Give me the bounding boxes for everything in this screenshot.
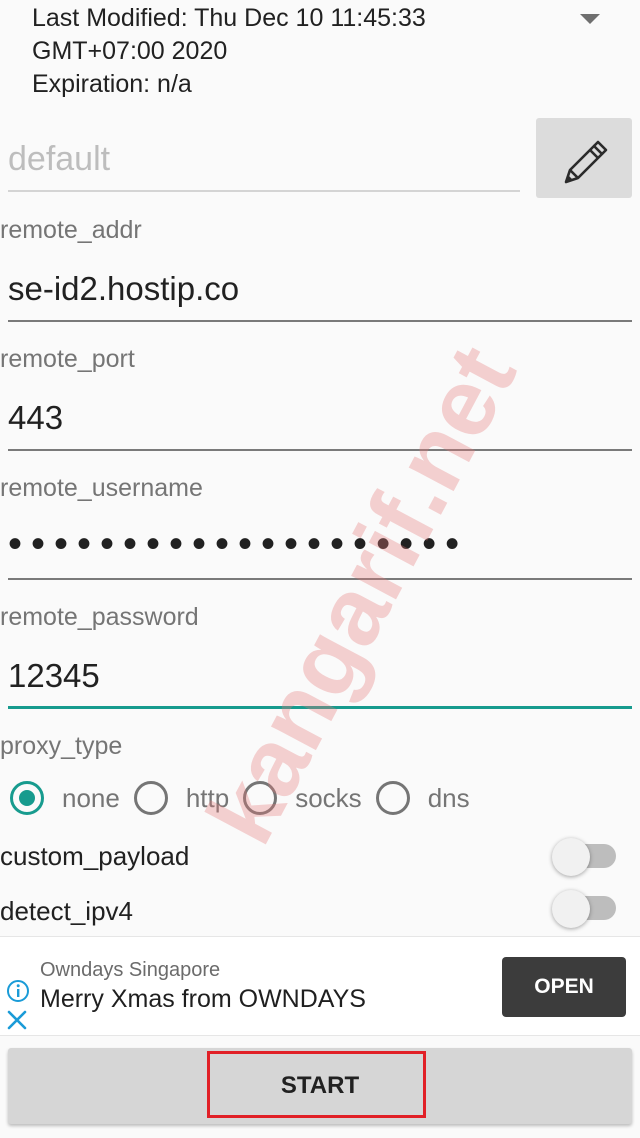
radio-http[interactable]: http (133, 781, 230, 815)
last-modified-timezone: GMT+07:00 2020 (32, 37, 228, 65)
remote-username-label: remote_username (0, 474, 203, 502)
radio-label: none (62, 782, 120, 813)
expiration-text: Expiration: n/a (32, 70, 192, 98)
radio-unchecked-icon (133, 781, 168, 815)
radio-label: dns (427, 782, 470, 813)
remote-port-input[interactable] (8, 387, 632, 437)
remote-addr-input[interactable] (8, 258, 632, 308)
custom-payload-switch[interactable] (552, 838, 618, 876)
radio-unchecked-icon (375, 781, 410, 815)
remote-password-label: remote_password (0, 603, 199, 631)
custom-payload-label: custom_payload (0, 841, 190, 871)
proxy-type-label: proxy_type (0, 732, 123, 760)
ad-headline: Merry Xmas from OWNDAYS (40, 985, 366, 1013)
radio-checked-icon (10, 781, 44, 815)
radio-none[interactable]: none (10, 781, 120, 815)
detect-ipv4-switch[interactable] (552, 890, 618, 928)
edit-button[interactable] (536, 118, 632, 198)
radio-socks[interactable]: socks (243, 781, 362, 815)
profile-name-field[interactable] (8, 122, 520, 192)
last-modified-text: Last Modified: Thu Dec 10 11:45:33 (32, 4, 426, 32)
dropdown-arrow-icon[interactable] (580, 14, 600, 24)
ad-advertiser: Owndays Singapore (40, 959, 221, 981)
start-highlight-box (207, 1051, 426, 1118)
ad-info-icon[interactable] (6, 979, 30, 1003)
switch-thumb (552, 838, 590, 876)
radio-label: socks (295, 782, 362, 813)
switch-thumb (552, 890, 590, 928)
ad-open-button[interactable]: OPEN (502, 957, 626, 1017)
profile-name-input[interactable] (8, 122, 520, 179)
remote-addr-field[interactable] (8, 258, 632, 322)
remote-password-input[interactable] (8, 645, 632, 695)
remote-username-masked-value[interactable]: •••••••••••••••••••• (8, 516, 632, 567)
radio-unchecked-icon (243, 781, 278, 815)
pencil-icon (564, 140, 608, 184)
remote-addr-label: remote_addr (0, 216, 142, 244)
detect-ipv4-label: detect_ipv4 (0, 896, 133, 926)
radio-dns[interactable]: dns (375, 781, 470, 815)
profile-info: Last Modified: Thu Dec 10 11:45:33 GMT+0… (32, 2, 532, 101)
remote-password-field[interactable] (8, 645, 632, 709)
ad-banner[interactable]: Owndays Singapore Merry Xmas from OWNDAY… (0, 936, 640, 1036)
ad-close-icon[interactable] (6, 1009, 28, 1031)
proxy-type-radio-group: none http socks dns (10, 774, 484, 822)
radio-label: http (185, 782, 230, 813)
remote-port-label: remote_port (0, 345, 135, 373)
remote-username-field[interactable]: •••••••••••••••••••• (8, 516, 632, 580)
remote-port-field[interactable] (8, 387, 632, 451)
